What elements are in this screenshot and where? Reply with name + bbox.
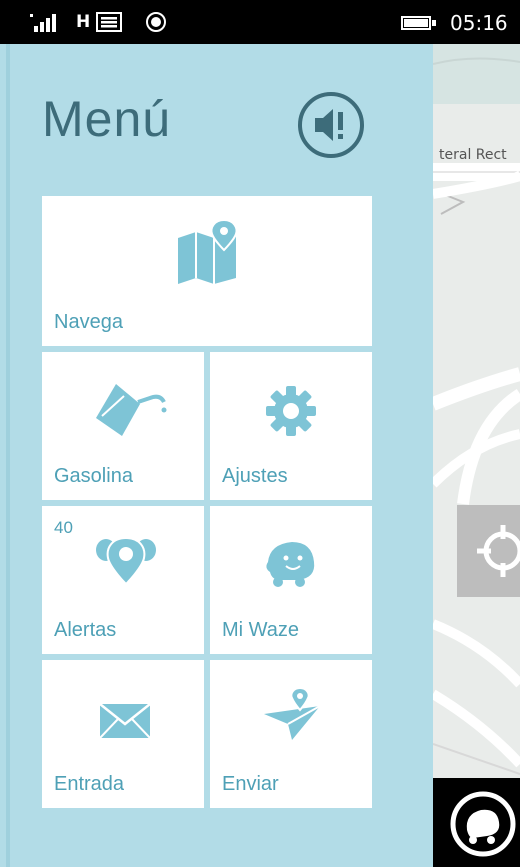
menu-panel: Menú Navega Gasolina Ajustes 40 Alertas … <box>0 44 433 867</box>
tile-navigate[interactable]: Navega <box>42 196 372 346</box>
tile-my-waze-label: Mi Waze <box>222 619 300 641</box>
waze-icon <box>262 538 318 594</box>
map-bottom-bar <box>433 778 520 867</box>
send-location-icon <box>262 686 322 746</box>
signal-icon <box>30 14 70 36</box>
location-icon <box>145 11 167 37</box>
clock: 05:16 <box>450 11 508 35</box>
tile-navigate-label: Navega <box>54 311 123 333</box>
tile-gas-label: Gasolina <box>54 465 133 487</box>
street-label: teral Rect <box>439 147 507 163</box>
tile-alerts-label: Alertas <box>54 619 117 641</box>
tile-alerts[interactable]: 40 Alertas <box>42 506 204 654</box>
battery-icon <box>401 15 437 34</box>
tile-settings-label: Ajustes <box>222 465 288 487</box>
menu-title: Menú <box>42 91 172 147</box>
tile-settings[interactable]: Ajustes <box>210 352 372 500</box>
tile-inbox[interactable]: Entrada <box>42 660 204 808</box>
sound-button[interactable] <box>297 91 365 159</box>
alert-pins-icon <box>94 536 158 590</box>
panel-edge <box>6 44 10 867</box>
tile-send-label: Enviar <box>222 773 279 795</box>
status-bar: H 05:16 <box>0 0 520 44</box>
tile-my-waze[interactable]: Mi Waze <box>210 506 372 654</box>
tile-send[interactable]: Enviar <box>210 660 372 808</box>
map-pin-icon <box>176 218 240 288</box>
alerts-count-badge: 40 <box>54 518 73 537</box>
envelope-icon <box>99 703 151 742</box>
gas-can-icon <box>94 382 170 442</box>
tile-inbox-label: Entrada <box>54 773 125 795</box>
crosshair-icon <box>477 525 520 577</box>
network-type: H <box>76 12 91 32</box>
gear-icon <box>265 385 317 441</box>
tile-gas[interactable]: Gasolina <box>42 352 204 500</box>
map-view[interactable]: teral Rect <box>433 44 520 867</box>
map-roads <box>433 44 520 775</box>
recenter-button[interactable] <box>457 505 520 597</box>
waze-menu-button[interactable] <box>433 778 520 867</box>
message-icon <box>96 12 122 36</box>
sound-alert-icon <box>298 92 364 158</box>
